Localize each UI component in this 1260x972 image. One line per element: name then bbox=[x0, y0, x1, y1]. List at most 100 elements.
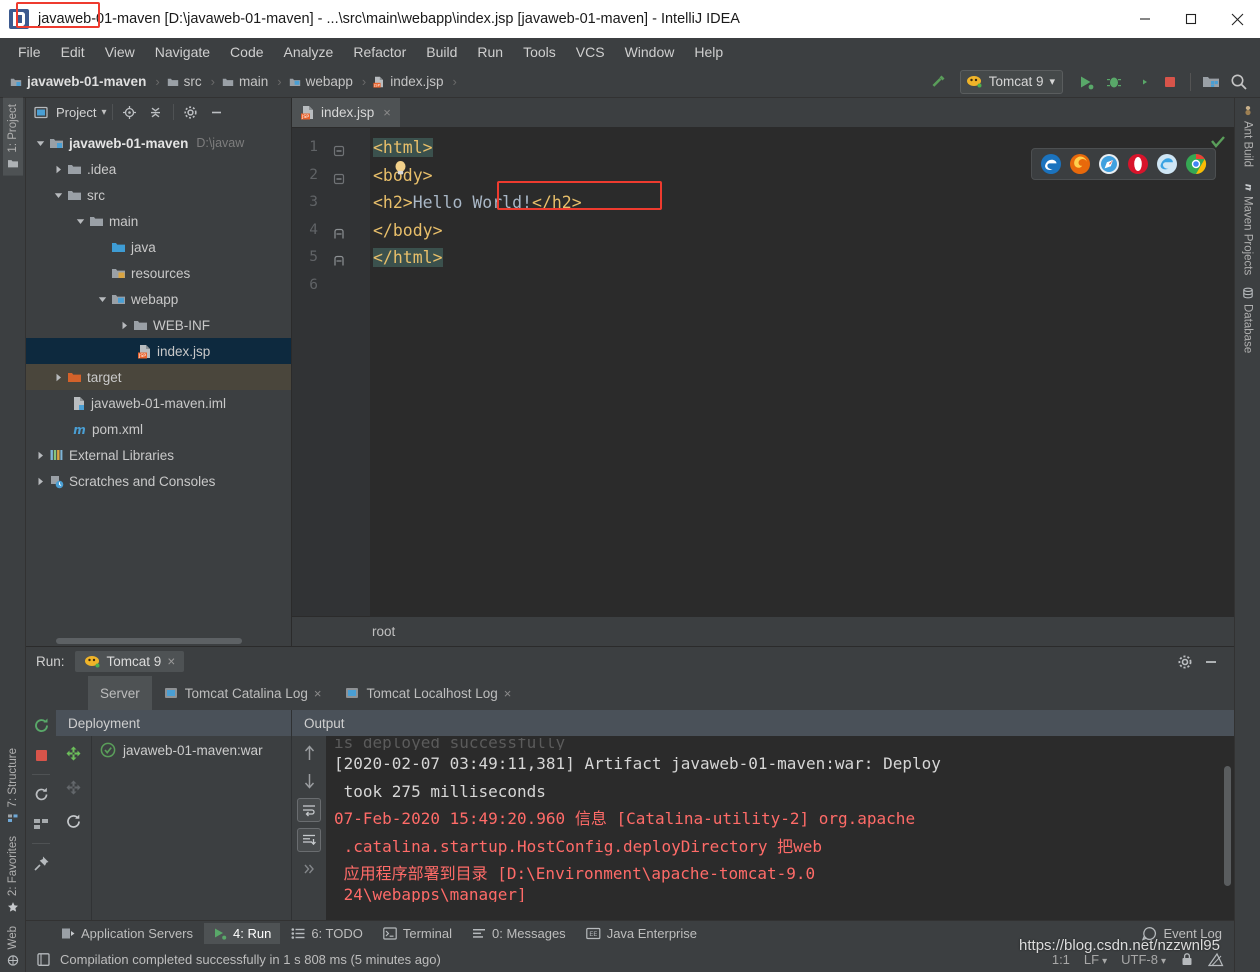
tree-node-iml[interactable]: javaweb-01-maven.iml bbox=[26, 390, 291, 416]
breadcrumb-item-project[interactable]: javaweb-01-maven bbox=[10, 74, 146, 89]
menu-help[interactable]: Help bbox=[684, 41, 733, 63]
close-icon[interactable]: × bbox=[167, 654, 175, 669]
tree-node-index-jsp[interactable]: JSP index.jsp bbox=[26, 338, 291, 364]
chevron-down-icon[interactable] bbox=[72, 217, 89, 226]
sidebar-item-ant-build[interactable]: Ant Build bbox=[1238, 98, 1258, 173]
sidebar-item-project[interactable]: 1: Project bbox=[2, 98, 23, 176]
tree-node-external-libraries[interactable]: External Libraries bbox=[26, 442, 291, 468]
sub-tab-tomcat-catalina-log[interactable]: Tomcat Catalina Log × bbox=[152, 676, 334, 710]
caret-position[interactable]: 1:1 bbox=[1052, 952, 1070, 967]
menu-window[interactable]: Window bbox=[615, 41, 685, 63]
menu-run[interactable]: Run bbox=[467, 41, 513, 63]
chevron-right-icon[interactable] bbox=[116, 321, 133, 330]
sidebar-item-maven-projects[interactable]: m Maven Projects bbox=[1238, 173, 1258, 281]
menu-navigate[interactable]: Navigate bbox=[145, 41, 220, 63]
settings-gear-icon[interactable] bbox=[1174, 651, 1196, 673]
menu-tools[interactable]: Tools bbox=[513, 41, 566, 63]
chevron-down-icon[interactable] bbox=[50, 191, 67, 200]
sub-tab-server[interactable]: Server bbox=[88, 676, 152, 710]
tree-node-main[interactable]: main bbox=[26, 208, 291, 234]
search-everywhere-icon[interactable] bbox=[1226, 70, 1252, 94]
menu-file[interactable]: File bbox=[8, 41, 51, 63]
restart-server-icon[interactable] bbox=[30, 783, 52, 805]
redeploy-icon[interactable] bbox=[63, 810, 85, 832]
tree-node-idea[interactable]: .idea bbox=[26, 156, 291, 182]
chevron-down-icon[interactable]: ▾ bbox=[101, 107, 106, 118]
menu-view[interactable]: View bbox=[95, 41, 145, 63]
fold-region-icon[interactable] bbox=[333, 169, 346, 184]
menu-refactor[interactable]: Refactor bbox=[343, 41, 416, 63]
tree-node-web-inf[interactable]: WEB-INF bbox=[26, 312, 291, 338]
expand-more-icon[interactable] bbox=[298, 858, 320, 880]
tree-node-src[interactable]: src bbox=[26, 182, 291, 208]
inspection-level-icon[interactable] bbox=[1208, 952, 1224, 967]
locate-icon[interactable] bbox=[118, 101, 142, 123]
editor-body[interactable]: 1 2 3 4 5 6 <html> <body> <h2>Hello Worl… bbox=[292, 128, 1234, 616]
tree-node-target[interactable]: target bbox=[26, 364, 291, 390]
fold-region-icon[interactable] bbox=[333, 141, 346, 157]
editor-tab-index-jsp[interactable]: JSP index.jsp × bbox=[292, 98, 400, 127]
event-log-button[interactable]: Event Log bbox=[1142, 926, 1234, 941]
bottom-tab-application-servers[interactable]: Application Servers bbox=[52, 923, 202, 944]
editor-breadcrumbs[interactable]: root bbox=[292, 616, 1234, 646]
project-tree[interactable]: javaweb-01-maven D:\javaw .idea src main… bbox=[26, 126, 291, 646]
build-status-icon[interactable] bbox=[36, 952, 51, 967]
bottom-tab-java-enterprise[interactable]: EE Java Enterprise bbox=[577, 923, 706, 944]
bottom-tab-run[interactable]: 4: Run bbox=[204, 923, 281, 944]
stop-icon[interactable] bbox=[1157, 70, 1183, 94]
tree-node-webapp[interactable]: webapp bbox=[26, 286, 291, 312]
close-icon[interactable]: × bbox=[314, 686, 322, 701]
deployment-artifact-row[interactable]: javaweb-01-maven:war bbox=[92, 736, 291, 758]
chevron-down-icon[interactable] bbox=[94, 295, 111, 304]
breadcrumb-item-src[interactable]: src bbox=[167, 74, 202, 89]
opera-browser-icon[interactable] bbox=[1127, 153, 1149, 175]
run-icon[interactable] bbox=[1073, 70, 1099, 94]
menu-vcs[interactable]: VCS bbox=[566, 41, 615, 63]
sub-tab-tomcat-localhost-log[interactable]: Tomcat Localhost Log × bbox=[333, 676, 523, 710]
deploy-artifact-icon[interactable] bbox=[63, 742, 85, 764]
tree-node-pom-xml[interactable]: m pom.xml bbox=[26, 416, 291, 442]
console-scrollbar[interactable] bbox=[1224, 766, 1231, 886]
fold-region-end-icon[interactable] bbox=[333, 251, 346, 266]
minimize-icon[interactable] bbox=[1122, 0, 1168, 38]
maximize-icon[interactable] bbox=[1168, 0, 1214, 38]
chevron-right-icon[interactable] bbox=[32, 477, 49, 486]
chevron-right-icon[interactable] bbox=[50, 165, 67, 174]
hide-icon[interactable] bbox=[1200, 651, 1222, 673]
arrow-up-icon[interactable] bbox=[298, 742, 320, 764]
close-icon[interactable]: × bbox=[504, 686, 512, 701]
run-with-coverage-icon[interactable] bbox=[1129, 70, 1155, 94]
browser-launch-popup[interactable] bbox=[1031, 148, 1216, 180]
stop-icon[interactable] bbox=[30, 744, 52, 766]
tree-node-resources[interactable]: resources bbox=[26, 260, 291, 286]
breadcrumb-item-webapp[interactable]: webapp bbox=[289, 74, 353, 89]
chevron-right-icon[interactable] bbox=[32, 451, 49, 460]
close-icon[interactable]: × bbox=[383, 105, 391, 120]
menu-build[interactable]: Build bbox=[416, 41, 467, 63]
undeploy-artifact-icon[interactable] bbox=[63, 776, 85, 798]
pin-tab-icon[interactable] bbox=[30, 852, 52, 874]
breadcrumb-item-file[interactable]: JSP index.jsp bbox=[373, 74, 443, 89]
internet-explorer-browser-icon[interactable] bbox=[1156, 153, 1178, 175]
safari-browser-icon[interactable] bbox=[1098, 153, 1120, 175]
rerun-icon[interactable] bbox=[30, 714, 52, 736]
build-hammer-icon[interactable] bbox=[926, 70, 952, 94]
code-content[interactable]: <html> <body> <h2>Hello World!</h2> </bo… bbox=[370, 128, 1234, 616]
lightbulb-icon[interactable] bbox=[393, 160, 408, 177]
run-configuration-selector[interactable]: Tomcat 9 ▾ bbox=[959, 69, 1063, 94]
tree-node-javaweb-01-maven[interactable]: javaweb-01-maven D:\javaw bbox=[26, 130, 291, 156]
encoding-selector[interactable]: UTF-8 ▾ bbox=[1121, 952, 1166, 967]
menu-analyze[interactable]: Analyze bbox=[274, 41, 344, 63]
edge-browser-icon[interactable] bbox=[1040, 153, 1062, 175]
settings-gear-icon[interactable] bbox=[179, 101, 203, 123]
scroll-to-end-icon[interactable] bbox=[297, 828, 321, 852]
chrome-browser-icon[interactable] bbox=[1185, 153, 1207, 175]
hide-icon[interactable] bbox=[205, 101, 229, 123]
project-structure-icon[interactable] bbox=[1198, 70, 1224, 94]
bottom-tab-terminal[interactable]: Terminal bbox=[374, 923, 461, 944]
project-horizontal-scrollbar[interactable] bbox=[56, 638, 242, 644]
sidebar-item-structure[interactable]: 7: Structure bbox=[3, 742, 23, 830]
console-output[interactable]: is deployed successfully [2020-02-07 03:… bbox=[326, 736, 1234, 920]
sidebar-item-database[interactable]: Database bbox=[1238, 281, 1258, 359]
menu-edit[interactable]: Edit bbox=[51, 41, 95, 63]
